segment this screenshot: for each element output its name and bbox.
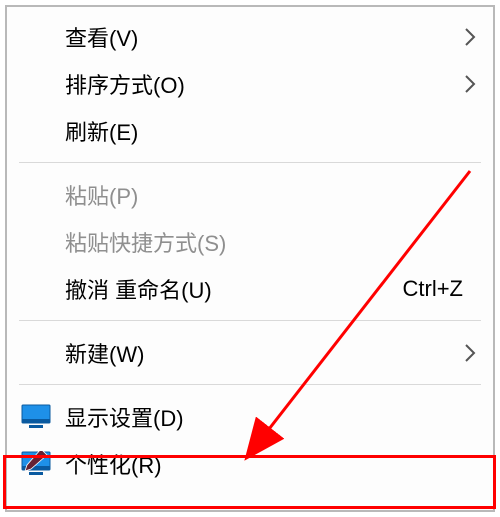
menu-item-label: 刷新(E) — [65, 115, 479, 147]
menu-item-display-settings[interactable]: 显示设置(D) — [7, 393, 493, 440]
menu-separator — [19, 162, 481, 163]
monitor-icon — [21, 404, 65, 430]
menu-separator — [19, 320, 481, 321]
context-menu: 查看(V) 排序方式(O) 刷新(E) 粘贴(P) 粘贴快捷方式(S) 撤消 重… — [5, 5, 495, 512]
menu-item-sort[interactable]: 排序方式(O) — [7, 60, 493, 107]
chevron-right-icon — [461, 74, 479, 94]
menu-separator — [19, 384, 481, 385]
chevron-right-icon — [461, 343, 479, 363]
menu-item-view[interactable]: 查看(V) — [7, 13, 493, 60]
menu-item-refresh[interactable]: 刷新(E) — [7, 107, 493, 154]
menu-item-label: 显示设置(D) — [65, 401, 479, 433]
menu-item-label: 查看(V) — [65, 21, 461, 53]
menu-item-paste: 粘贴(P) — [7, 171, 493, 218]
menu-item-label: 个性化(R) — [65, 448, 479, 480]
menu-item-label: 粘贴(P) — [65, 179, 479, 211]
menu-item-new[interactable]: 新建(W) — [7, 329, 493, 376]
menu-item-label: 粘贴快捷方式(S) — [65, 226, 479, 258]
menu-item-label: 撤消 重命名(U) — [65, 273, 403, 305]
menu-item-label: 新建(W) — [65, 337, 461, 369]
chevron-right-icon — [461, 27, 479, 47]
menu-item-undo-rename[interactable]: 撤消 重命名(U) Ctrl+Z — [7, 265, 493, 312]
menu-item-label: 排序方式(O) — [65, 68, 461, 100]
menu-item-shortcut: Ctrl+Z — [403, 276, 480, 302]
menu-item-personalize[interactable]: 个性化(R) — [7, 440, 493, 487]
personalize-icon — [21, 451, 65, 477]
menu-item-paste-shortcut: 粘贴快捷方式(S) — [7, 218, 493, 265]
